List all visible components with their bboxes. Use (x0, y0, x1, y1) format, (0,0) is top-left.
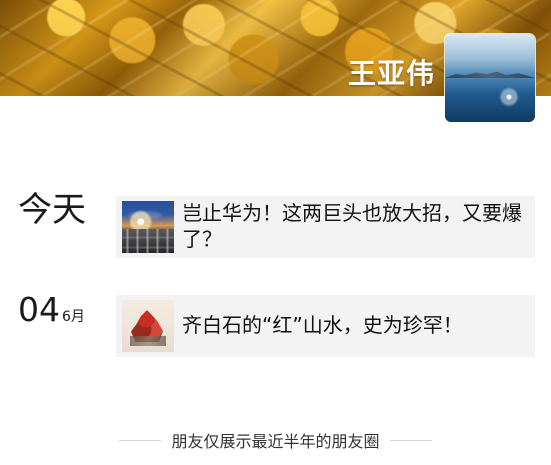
timeline-post-huawei[interactable]: 岂止华为！这两巨头也放大招，又要爆了？ (116, 196, 535, 258)
date-day: 04 (18, 290, 60, 329)
timeline-post-qibaishi[interactable]: 齐白石的“红”山水，史为珍罕！ (116, 295, 535, 357)
footer-text: 朋友仅展示最近半年的朋友圈 (171, 432, 380, 451)
profile-avatar[interactable] (445, 34, 535, 122)
timeline-footer: 朋友仅展示最近半年的朋友圈 (0, 430, 551, 451)
post-text-qibaishi: 齐白石的“红”山水，史为珍罕！ (182, 313, 463, 338)
timeline-date-june-04: 04 6月 (18, 293, 85, 326)
footer-divider-right (389, 439, 432, 441)
post-thumbnail-city (122, 201, 174, 253)
post-thumbnail-painting (122, 300, 174, 352)
date-month: 6月 (62, 309, 85, 325)
timeline-date-today: 今天 (18, 190, 86, 230)
footer-divider-left (119, 439, 162, 441)
post-text-huawei: 岂止华为！这两巨头也放大招，又要爆了？ (182, 201, 522, 251)
profile-name: 王亚伟 (347, 57, 435, 90)
